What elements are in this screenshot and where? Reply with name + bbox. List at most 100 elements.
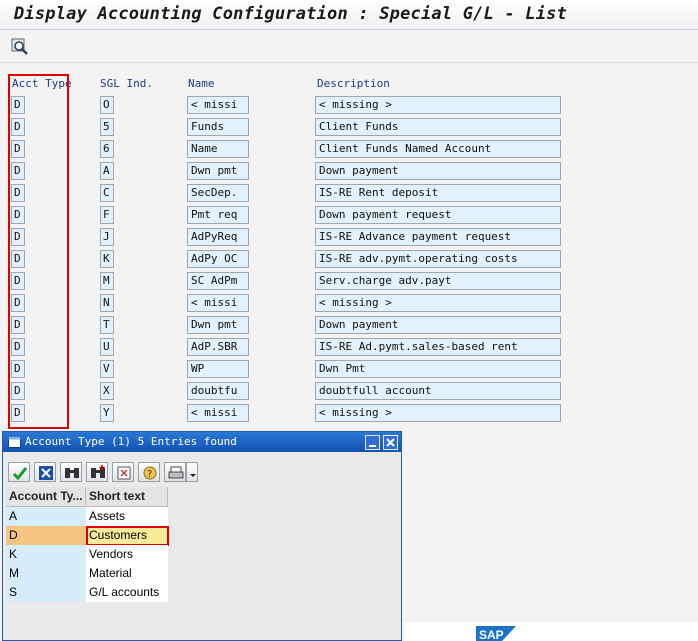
find-button[interactable] [60, 462, 82, 482]
sgl-ind-field[interactable]: N [100, 294, 114, 312]
description-field[interactable]: < missing > [315, 294, 561, 312]
list-item-key: D [6, 526, 86, 545]
svg-text:?: ? [147, 469, 152, 480]
name-field[interactable]: Dwn pmt [187, 162, 249, 180]
col-header-description[interactable]: Description [317, 77, 390, 90]
description-field[interactable]: < missing > [315, 96, 561, 114]
name-field[interactable]: AdP.SBR [187, 338, 249, 356]
acct-type-field[interactable]: D [11, 316, 25, 334]
name-field[interactable]: < missi [187, 96, 249, 114]
minimize-button[interactable] [365, 435, 380, 450]
acct-type-field[interactable]: D [11, 184, 25, 202]
list-item-key: A [6, 507, 86, 526]
list-item[interactable]: A Assets [6, 507, 168, 526]
description-field[interactable]: IS-RE Advance payment request [315, 228, 561, 246]
acct-type-field[interactable]: D [11, 404, 25, 422]
name-field[interactable]: WP [187, 360, 249, 378]
list-header-account-type[interactable]: Account Ty... [6, 487, 86, 507]
acct-type-field[interactable]: D [11, 228, 25, 246]
col-header-acct-type[interactable]: Acct Type [12, 77, 72, 90]
acct-type-field[interactable]: D [11, 360, 25, 378]
sgl-ind-field[interactable]: U [100, 338, 114, 356]
description-field[interactable]: Serv.charge adv.payt [315, 272, 561, 290]
acct-type-field[interactable]: D [11, 118, 25, 136]
sgl-ind-field[interactable]: 6 [100, 140, 114, 158]
description-field[interactable]: Client Funds [315, 118, 561, 136]
description-field[interactable]: Down payment [315, 316, 561, 334]
sgl-ind-field[interactable]: M [100, 272, 114, 290]
sgl-ind-field[interactable]: Y [100, 404, 114, 422]
sgl-ind-field[interactable]: O [100, 96, 114, 114]
name-field[interactable]: doubtfu [187, 382, 249, 400]
name-field[interactable]: AdPyReq [187, 228, 249, 246]
description-field[interactable]: < missing > [315, 404, 561, 422]
cancel-button[interactable] [34, 462, 56, 482]
acct-type-field[interactable]: D [11, 294, 25, 312]
name-field[interactable]: Name [187, 140, 249, 158]
list-item[interactable]: K Vendors [6, 545, 168, 564]
sgl-ind-field[interactable]: A [100, 162, 114, 180]
sap-logo: SAP [476, 626, 516, 641]
name-field[interactable]: Pmt req [187, 206, 249, 224]
acct-type-field[interactable]: D [11, 272, 25, 290]
window-icon [8, 436, 21, 448]
sgl-ind-field[interactable]: X [100, 382, 114, 400]
close-button[interactable] [383, 435, 398, 450]
sgl-ind-field[interactable]: T [100, 316, 114, 334]
name-field[interactable]: < missi [187, 294, 249, 312]
acct-type-field[interactable]: D [11, 140, 25, 158]
dialog-toolbar: ? [3, 453, 401, 483]
name-field[interactable]: < missi [187, 404, 249, 422]
help-icon: ? [143, 466, 157, 480]
binoculars-plus-icon [91, 465, 105, 478]
confirm-button[interactable] [8, 462, 30, 482]
acct-type-field[interactable]: D [11, 206, 25, 224]
account-type-value-help-dialog[interactable]: Account Type (1) 5 Entries found ? Accou… [2, 431, 402, 641]
sgl-ind-field[interactable]: J [100, 228, 114, 246]
name-field[interactable]: Dwn pmt [187, 316, 249, 334]
name-field[interactable]: AdPy OC [187, 250, 249, 268]
list-header-short-text[interactable]: Short text [86, 487, 168, 507]
status-area [404, 622, 698, 641]
print-button[interactable] [164, 462, 186, 482]
svg-text:SAP: SAP [479, 628, 504, 641]
description-field[interactable]: IS-RE Ad.pymt.sales-based rent [315, 338, 561, 356]
description-field[interactable]: IS-RE adv.pymt.operating costs [315, 250, 561, 268]
acct-type-field[interactable]: D [11, 382, 25, 400]
description-field[interactable]: Dwn Pmt [315, 360, 561, 378]
description-field[interactable]: doubtfull account [315, 382, 561, 400]
list-item-text: Material [86, 564, 168, 583]
list-item[interactable]: S G/L accounts [6, 583, 168, 602]
list-item[interactable]: M Material [6, 564, 168, 583]
magnifier-icon [11, 38, 28, 55]
sgl-ind-field[interactable]: V [100, 360, 114, 378]
name-field[interactable]: Funds [187, 118, 249, 136]
help-button[interactable]: ? [138, 462, 160, 482]
list-item-key: K [6, 545, 86, 564]
description-field[interactable]: Client Funds Named Account [315, 140, 561, 158]
list-item-text: Vendors [86, 545, 168, 564]
acct-type-field[interactable]: D [11, 250, 25, 268]
list-item-selected[interactable]: D Customers [6, 526, 169, 546]
details-magnifier-button[interactable] [10, 37, 30, 57]
find-next-button[interactable] [86, 462, 108, 482]
sgl-ind-field[interactable]: 5 [100, 118, 114, 136]
acct-type-field[interactable]: D [11, 338, 25, 356]
description-field[interactable]: Down payment [315, 162, 561, 180]
sgl-ind-field[interactable]: K [100, 250, 114, 268]
dropdown-arrow-icon [190, 474, 196, 477]
name-field[interactable]: SecDep. [187, 184, 249, 202]
description-field[interactable]: Down payment request [315, 206, 561, 224]
description-field[interactable]: IS-RE Rent deposit [315, 184, 561, 202]
sort-button[interactable] [112, 462, 134, 482]
print-dropdown-button[interactable] [186, 462, 198, 482]
dialog-title-bar[interactable]: Account Type (1) 5 Entries found [3, 432, 401, 452]
col-header-name[interactable]: Name [188, 77, 215, 90]
sgl-ind-field[interactable]: F [100, 206, 114, 224]
sgl-ind-field[interactable]: C [100, 184, 114, 202]
checkmark-icon [12, 467, 28, 481]
name-field[interactable]: SC AdPm [187, 272, 249, 290]
acct-type-field[interactable]: D [11, 96, 25, 114]
acct-type-field[interactable]: D [11, 162, 25, 180]
col-header-sgl-ind[interactable]: SGL Ind. [100, 77, 153, 90]
